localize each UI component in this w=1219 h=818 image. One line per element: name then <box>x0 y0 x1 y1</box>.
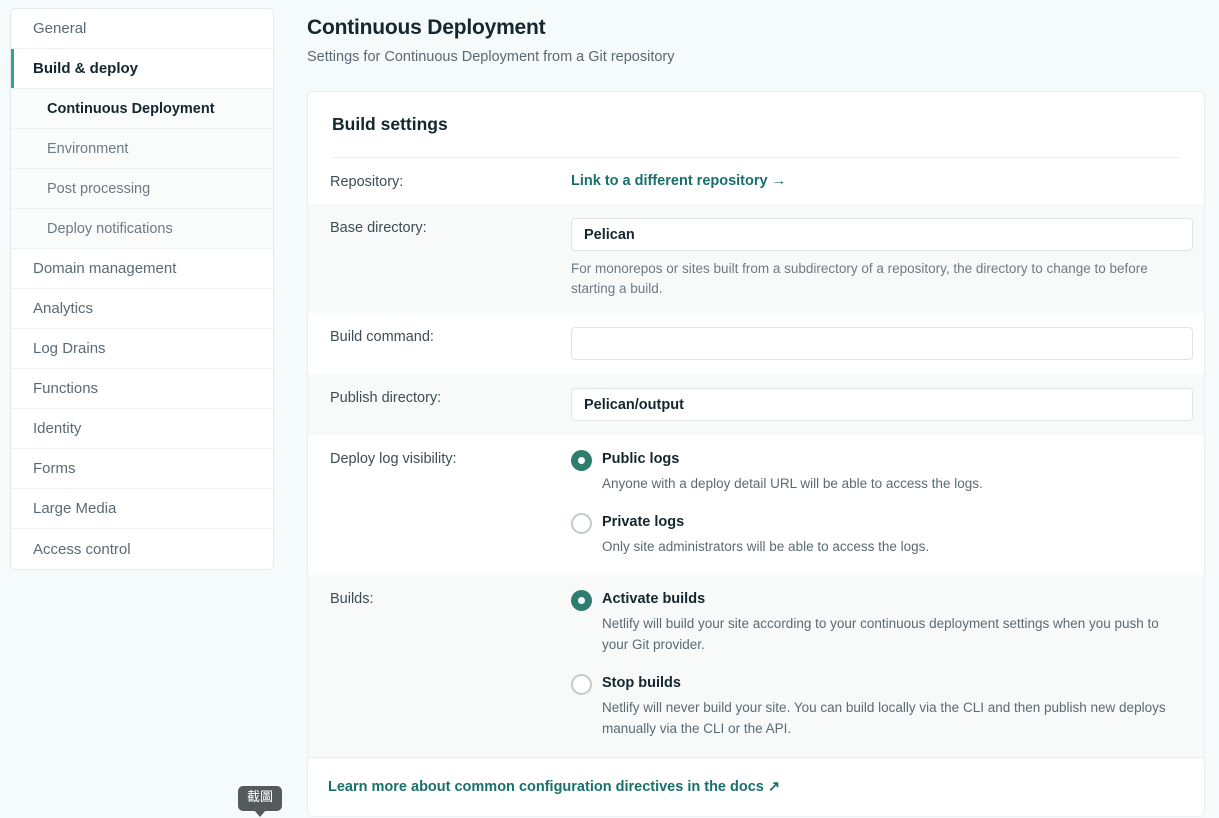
card-footer: Learn more about common configuration di… <box>308 757 1204 816</box>
row-label: Builds: <box>330 591 374 607</box>
publish-directory-input[interactable] <box>571 388 1193 421</box>
sidebar-item-functions[interactable]: Functions <box>11 369 273 409</box>
row-body: Public logs Anyone with a deploy detail … <box>571 449 1180 561</box>
radio-private-logs[interactable] <box>571 513 592 534</box>
option-text: Private logs Only site administrators wi… <box>602 512 1180 557</box>
sidebar-item-label: Large Media <box>33 500 117 517</box>
radio-activate-builds[interactable] <box>571 590 592 611</box>
sidebar-item-label: Post processing <box>47 180 151 197</box>
card-heading: Build settings <box>332 114 448 134</box>
option-text: Public logs Anyone with a deploy detail … <box>602 449 1180 494</box>
sidebar-item-environment[interactable]: Environment <box>11 129 273 169</box>
option-stop-builds[interactable]: Stop builds Netlify will never build you… <box>571 673 1180 739</box>
link-label: Link to a different repository <box>571 173 768 189</box>
row-builds: Builds: Activate builds Netlify will bui… <box>308 575 1204 757</box>
row-body <box>571 388 1193 421</box>
sidebar-item-label: Analytics <box>33 300 94 317</box>
row-publish-directory: Publish directory: <box>308 374 1204 435</box>
row-label: Build command: <box>330 329 434 345</box>
sidebar-item-build-and-deploy[interactable]: Build & deploy <box>11 49 273 89</box>
sidebar-item-continuous-deployment[interactable]: Continuous Deployment <box>11 89 273 129</box>
sidebar-item-post-processing[interactable]: Post processing <box>11 169 273 209</box>
row-label: Publish directory: <box>330 390 442 406</box>
option-text: Activate builds Netlify will build your … <box>602 589 1180 655</box>
page-title: Continuous Deployment <box>307 16 546 39</box>
link-to-different-repository[interactable]: Link to a different repository → <box>571 173 786 189</box>
row-repository: Repository: Link to a different reposito… <box>308 158 1204 204</box>
sidebar-item-access-control[interactable]: Access control <box>11 529 273 569</box>
sidebar-item-label: Domain management <box>33 260 177 277</box>
sidebar-item-label: Access control <box>33 540 131 558</box>
sidebar-item-label: Identity <box>33 420 82 437</box>
sidebar-item-deploy-notifications[interactable]: Deploy notifications <box>11 209 273 249</box>
sidebar-item-label: Environment <box>47 140 129 157</box>
sidebar-item-label: Deploy notifications <box>47 220 173 237</box>
option-description: Netlify will build your site according t… <box>602 616 1159 652</box>
radio-public-logs[interactable] <box>571 450 592 471</box>
row-label: Deploy log visibility: <box>330 451 457 467</box>
sidebar-item-label: Continuous Deployment <box>47 100 215 117</box>
sidebar-item-large-media[interactable]: Large Media <box>11 489 273 529</box>
card-header: Build settings <box>308 92 1204 158</box>
sidebar-item-label: Functions <box>33 380 99 397</box>
arrow-right-icon: → <box>771 173 787 189</box>
base-directory-input[interactable] <box>571 218 1193 251</box>
main-content: Continuous Deployment Settings for Conti… <box>274 0 1219 818</box>
learn-more-docs-link[interactable]: Learn more about common configuration di… <box>328 779 780 795</box>
sidebar-item-domain-management[interactable]: Domain management <box>11 249 273 289</box>
tooltip-label: 截圖 <box>247 790 274 805</box>
sidebar-item-label: Forms <box>33 460 76 477</box>
row-base-directory: Base directory: For monorepos or sites b… <box>308 204 1204 313</box>
option-private-logs[interactable]: Private logs Only site administrators wi… <box>571 512 1180 557</box>
option-title: Activate builds <box>602 591 706 607</box>
option-description: Only site administrators will be able to… <box>602 539 930 554</box>
row-build-command: Build command: <box>308 313 1204 374</box>
settings-page: General Build & deploy Continuous Deploy… <box>0 0 1219 818</box>
sidebar-item-identity[interactable]: Identity <box>11 409 273 449</box>
option-title: Private logs <box>602 514 685 530</box>
sidebar-item-label: Build & deploy <box>33 60 138 77</box>
row-body <box>571 327 1193 360</box>
sidebar-item-forms[interactable]: Forms <box>11 449 273 489</box>
sidebar-item-analytics[interactable]: Analytics <box>11 289 273 329</box>
link-label: Learn more about common configuration di… <box>328 779 764 795</box>
settings-sidebar: General Build & deploy Continuous Deploy… <box>10 8 274 570</box>
page-subtitle: Settings for Continuous Deployment from … <box>307 49 675 65</box>
radio-stop-builds[interactable] <box>571 674 592 695</box>
option-description: Netlify will never build your site. You … <box>602 700 1166 736</box>
build-command-input[interactable] <box>571 327 1193 360</box>
row-label: Repository: <box>330 174 404 190</box>
option-title: Stop builds <box>602 675 681 691</box>
sidebar-item-label: Log Drains <box>33 340 106 357</box>
option-title: Public logs <box>602 451 680 467</box>
option-description: Anyone with a deploy detail URL will be … <box>602 476 983 491</box>
screenshot-tooltip: 截圖 <box>238 786 283 817</box>
row-body: For monorepos or sites built from a subd… <box>571 218 1193 299</box>
option-public-logs[interactable]: Public logs Anyone with a deploy detail … <box>571 449 1180 494</box>
sidebar-item-log-drains[interactable]: Log Drains <box>11 329 273 369</box>
settings-rows: Repository: Link to a different reposito… <box>308 158 1204 757</box>
base-directory-help: For monorepos or sites built from a subd… <box>571 261 1148 296</box>
row-label: Base directory: <box>330 220 427 236</box>
arrow-up-right-icon: ↗ <box>767 779 781 795</box>
option-text: Stop builds Netlify will never build you… <box>602 673 1180 739</box>
option-activate-builds[interactable]: Activate builds Netlify will build your … <box>571 589 1180 655</box>
build-settings-card: Build settings Repository: Link to a dif… <box>307 91 1205 817</box>
row-body: Activate builds Netlify will build your … <box>571 589 1180 743</box>
row-deploy-log-visibility: Deploy log visibility: Public logs Anyon… <box>308 435 1204 575</box>
sidebar-item-label: General <box>33 20 87 37</box>
sidebar-item-general[interactable]: General <box>11 9 273 49</box>
row-body: Link to a different repository → <box>571 172 1180 190</box>
